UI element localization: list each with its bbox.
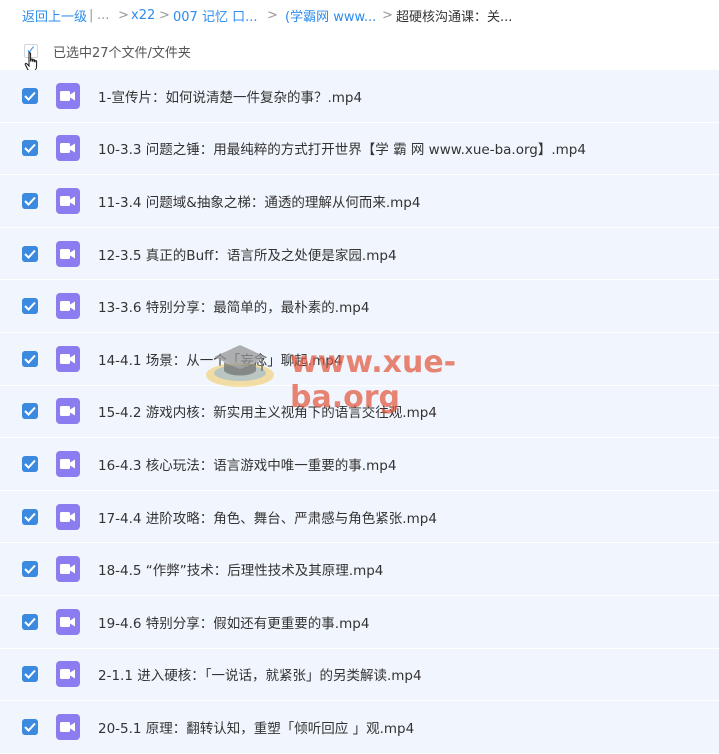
file-row[interactable]: 18-4.5 “作弊”技术：后理性技术及其原理.mp4 xyxy=(0,543,719,596)
file-checkbox[interactable] xyxy=(22,455,38,472)
file-row[interactable]: 1-宣传片：如何说清楚一件复杂的事？.mp4 xyxy=(0,70,719,123)
video-file-icon xyxy=(56,503,80,530)
checkmark-icon xyxy=(24,722,36,732)
breadcrumb-arrow: > xyxy=(118,7,129,23)
file-checkbox[interactable] xyxy=(22,666,38,683)
video-file-icon xyxy=(56,608,80,635)
file-name[interactable]: 11-3.4 问题域&抽象之梯：通透的理解从何而来.mp4 xyxy=(98,191,420,211)
file-name[interactable]: 17-4.4 进阶攻略：角色、舞台、严肃感与角色紧张.mp4 xyxy=(98,507,437,527)
file-row[interactable]: 17-4.4 进阶攻略：角色、舞台、严肃感与角色紧张.mp4 xyxy=(0,490,719,544)
file-checkbox[interactable] xyxy=(22,192,38,209)
file-row[interactable]: 13-3.6 特别分享：最简单的，最朴素的.mp4 xyxy=(0,280,719,333)
video-file-icon xyxy=(56,293,80,320)
video-file-icon xyxy=(56,187,80,214)
file-name[interactable]: 10-3.3 问题之锤：用最纯粹的方式打开世界【学 霸 网 www.xue-ba… xyxy=(98,138,586,158)
file-row[interactable]: 14-4.1 场景：从一个「妄念」聊起.mp4 xyxy=(0,332,719,386)
file-checkbox[interactable] xyxy=(22,403,38,420)
breadcrumb-arrow: > xyxy=(159,7,170,23)
file-row[interactable]: 16-4.3 核心玩法：语言游戏中唯一重要的事.mp4 xyxy=(0,438,719,491)
file-name[interactable]: 18-4.5 “作弊”技术：后理性技术及其原理.mp4 xyxy=(98,559,383,579)
video-file-icon xyxy=(56,240,80,267)
file-row[interactable]: 12-3.5 真正的Buff：语言所及之处便是家园.mp4 xyxy=(0,227,719,281)
file-row[interactable]: 2-1.1 进入硬核：「一说话，就紧张」的另类解读.mp4 xyxy=(0,648,719,702)
video-file-icon xyxy=(56,345,80,372)
file-checkbox[interactable] xyxy=(22,298,38,315)
breadcrumb-ellipsis[interactable]: ... xyxy=(97,8,109,23)
checkmark-icon xyxy=(24,564,36,575)
checkmark-icon xyxy=(24,91,36,101)
checkmark-icon xyxy=(24,301,36,312)
checkmark-icon xyxy=(24,407,36,417)
file-name[interactable]: 15-4.2 游戏内核：新实用主义视角下的语言交往观.mp4 xyxy=(98,401,437,421)
checkmark-icon xyxy=(24,670,36,680)
file-list: 1-宣传片：如何说清楚一件复杂的事？.mp4 10-3.3 问题之锤：用最纯粹的… xyxy=(0,70,719,754)
video-file-icon xyxy=(56,661,80,688)
video-file-icon xyxy=(56,82,80,109)
selection-count-label: 已选中27个文件/文件夹 xyxy=(53,46,191,61)
breadcrumb-separator: | xyxy=(89,7,94,23)
file-checkbox[interactable] xyxy=(22,613,38,630)
file-name[interactable]: 16-4.3 核心玩法：语言游戏中唯一重要的事.mp4 xyxy=(98,454,396,474)
breadcrumb-item-x22[interactable]: x22 xyxy=(131,8,155,23)
checkmark-icon xyxy=(24,617,36,627)
file-checkbox[interactable] xyxy=(22,350,38,367)
checkmark-icon xyxy=(24,196,36,206)
file-name[interactable]: 12-3.5 真正的Buff：语言所及之处便是家园.mp4 xyxy=(98,244,397,264)
breadcrumb-current: 超硬核沟通课：关... xyxy=(396,9,513,25)
video-file-icon xyxy=(56,398,80,425)
checkmark-icon xyxy=(24,354,36,364)
breadcrumb-item-memory[interactable]: 007 记忆 口... xyxy=(173,6,257,25)
file-name[interactable]: 13-3.6 特别分享：最简单的，最朴素的.mp4 xyxy=(98,296,369,316)
file-checkbox[interactable] xyxy=(22,140,38,157)
file-checkbox[interactable] xyxy=(22,561,38,578)
file-checkbox[interactable] xyxy=(22,245,38,262)
video-file-icon xyxy=(56,556,80,583)
checkmark-icon xyxy=(24,512,36,522)
breadcrumb-item-xueba[interactable]: (学霸网 www... xyxy=(285,6,376,25)
checkmark-icon xyxy=(24,144,36,154)
file-checkbox[interactable] xyxy=(22,87,38,104)
file-row[interactable]: 11-3.4 问题域&抽象之梯：通透的理解从何而来.mp4 xyxy=(0,175,719,228)
file-name[interactable]: 1-宣传片：如何说清楚一件复杂的事？.mp4 xyxy=(98,86,362,106)
file-name[interactable]: 19-4.6 特别分享：假如还有更重要的事.mp4 xyxy=(98,612,369,632)
selection-bar: ✓ 已选中27个文件/文件夹 xyxy=(0,36,719,72)
file-checkbox[interactable] xyxy=(22,718,38,735)
file-row[interactable]: 15-4.2 游戏内核：新实用主义视角下的语言交往观.mp4 xyxy=(0,385,719,439)
file-name[interactable]: 14-4.1 场景：从一个「妄念」聊起.mp4 xyxy=(98,349,342,369)
file-row[interactable]: 10-3.3 问题之锤：用最纯粹的方式打开世界【学 霸 网 www.xue-ba… xyxy=(0,122,719,176)
checkmark-icon xyxy=(24,249,36,259)
breadcrumb: 返回上一级 | ... > x22 > 007 记忆 口... > (学霸网 w… xyxy=(0,0,719,30)
breadcrumb-arrow: > xyxy=(267,7,278,23)
file-checkbox[interactable] xyxy=(22,508,38,525)
video-file-icon xyxy=(56,713,80,740)
file-row[interactable]: 19-4.6 特别分享：假如还有更重要的事.mp4 xyxy=(0,595,719,649)
checkmark-icon xyxy=(24,459,36,469)
file-row[interactable]: 20-5.1 原理：翻转认知，重塑「倾听回应 」观.mp4 xyxy=(0,701,719,754)
file-name[interactable]: 20-5.1 原理：翻转认知，重塑「倾听回应 」观.mp4 xyxy=(98,717,414,737)
back-link[interactable]: 返回上一级 xyxy=(22,6,87,25)
video-file-icon xyxy=(56,135,80,162)
breadcrumb-arrow: > xyxy=(382,7,393,23)
video-file-icon xyxy=(56,450,80,477)
file-name[interactable]: 2-1.1 进入硬核：「一说话，就紧张」的另类解读.mp4 xyxy=(98,664,422,684)
